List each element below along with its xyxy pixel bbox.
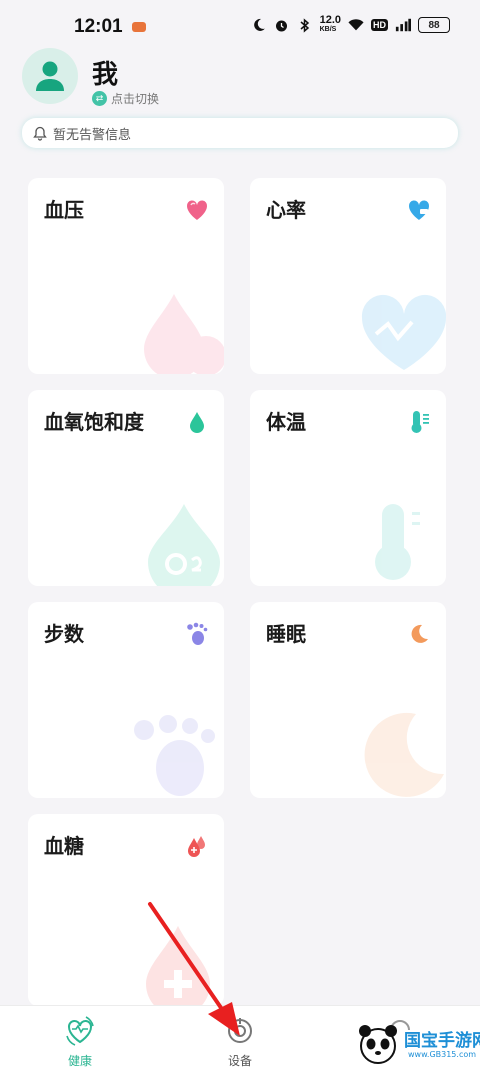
watermark-brand: 国宝手游网 (404, 1031, 480, 1051)
site-watermark: 国宝手游网 www.GB315.com (356, 1020, 480, 1070)
panda-logo-icon (359, 1025, 397, 1064)
annotation-arrow (148, 902, 240, 1036)
watermark-url: www.GB315.com (408, 1050, 477, 1059)
